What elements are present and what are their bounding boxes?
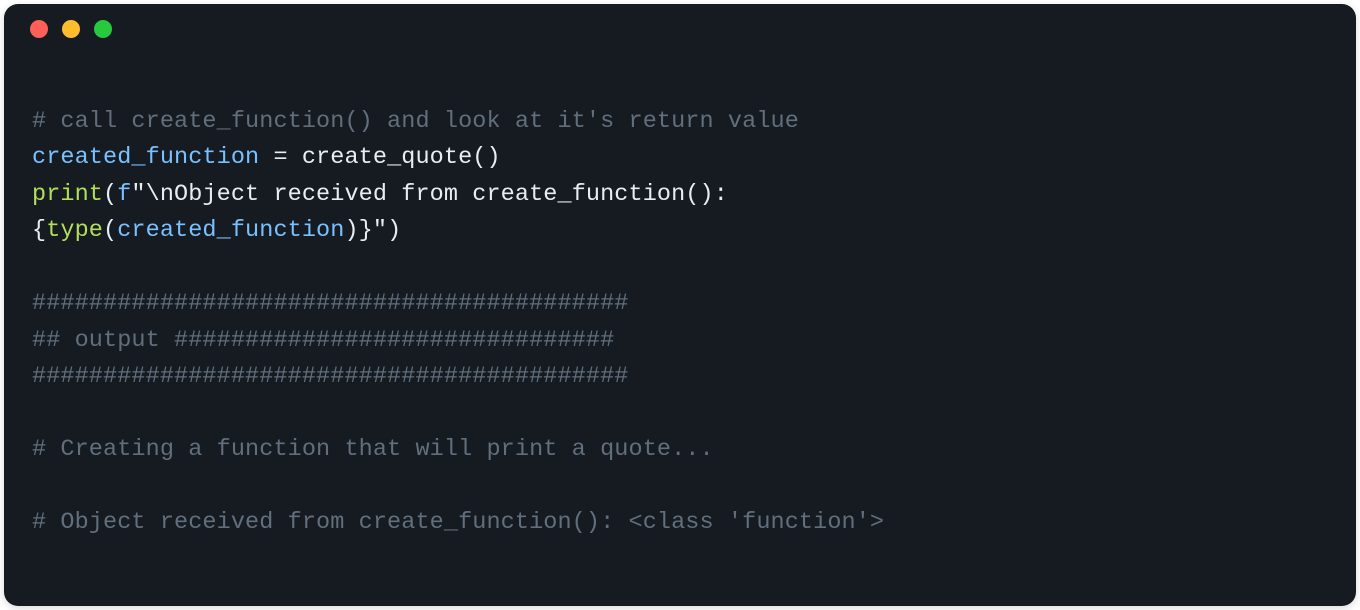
code-separator: ########################################…	[32, 290, 629, 317]
code-paren-open: (	[103, 181, 117, 208]
code-call-name: create_quote	[302, 144, 472, 171]
code-string-close: "	[373, 217, 387, 244]
code-paren-close: )	[344, 217, 358, 244]
code-string: "\nObject received from create_function(…	[131, 181, 742, 208]
minimize-icon[interactable]	[62, 20, 80, 38]
code-window: # call create_function() and look at it'…	[4, 4, 1356, 606]
maximize-icon[interactable]	[94, 20, 112, 38]
code-builtin: print	[32, 181, 103, 208]
code-brace-open: {	[32, 217, 46, 244]
code-separator: ########################################…	[32, 363, 629, 390]
window-titlebar	[4, 4, 1356, 54]
code-comment: # call create_function() and look at it'…	[32, 108, 799, 135]
code-output-comment: # Creating a function that will print a …	[32, 436, 714, 463]
code-editor[interactable]: # call create_function() and look at it'…	[4, 54, 1356, 569]
code-identifier: created_function	[32, 144, 259, 171]
code-paren-close: )	[387, 217, 401, 244]
code-fstring-prefix: f	[117, 181, 131, 208]
code-brace-close: }	[359, 217, 373, 244]
code-identifier: created_function	[117, 217, 344, 244]
code-paren-open: (	[103, 217, 117, 244]
code-builtin-type: type	[46, 217, 103, 244]
code-operator: =	[259, 144, 302, 171]
close-icon[interactable]	[30, 20, 48, 38]
code-output-comment: # Object received from create_function()…	[32, 509, 884, 536]
code-separator: ## output ##############################…	[32, 327, 614, 354]
code-parens: ()	[472, 144, 500, 171]
